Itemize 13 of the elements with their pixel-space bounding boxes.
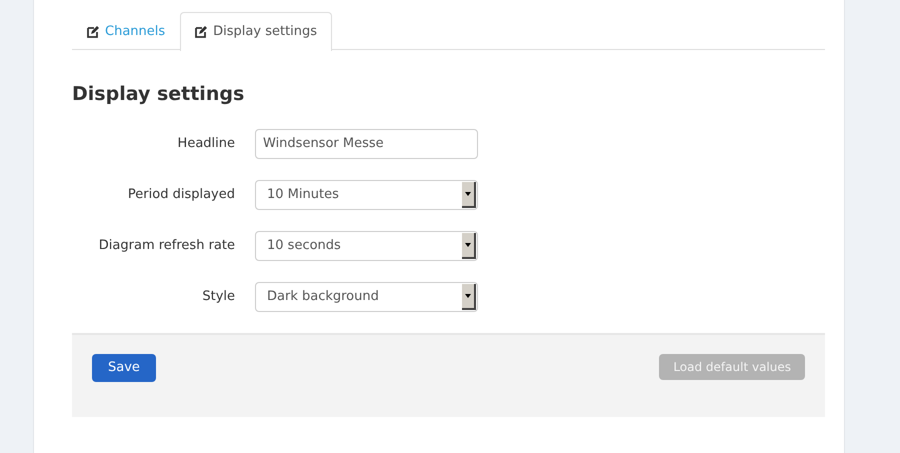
field-label: Period displayed: [126, 186, 235, 204]
field-label: Diagram refresh rate: [98, 236, 235, 255]
field-label: Style: [201, 288, 235, 306]
tab[interactable]: Display settings: [180, 12, 332, 51]
dropdown-field[interactable]: 10 seconds: [255, 230, 478, 260]
button[interactable]: Save: [92, 354, 156, 382]
text-field[interactable]: Windsensor Messe: [255, 128, 478, 158]
field-label: Headline: [176, 134, 235, 153]
edit-icon: [195, 26, 208, 38]
dropdown-field[interactable]: Dark background: [255, 282, 478, 312]
dropdown-field[interactable]: 10 Minutes: [255, 180, 478, 210]
section-heading: Display settings: [72, 82, 246, 107]
edit-icon: [87, 26, 99, 38]
